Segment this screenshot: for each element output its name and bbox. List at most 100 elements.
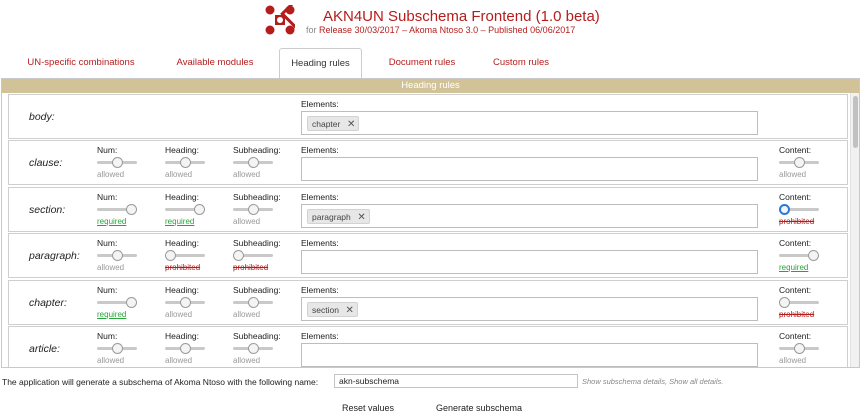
remove-element-icon[interactable]: ✕: [347, 117, 355, 132]
content-status[interactable]: required: [779, 263, 808, 272]
subschema-name-input[interactable]: akn-subschema: [334, 374, 578, 388]
content-slider[interactable]: [779, 204, 819, 215]
num-status[interactable]: required: [97, 217, 126, 226]
heading-label: Heading:: [165, 331, 200, 341]
heading-status[interactable]: required: [165, 217, 194, 226]
element-chip-label: chapter: [312, 119, 341, 129]
panel-scrollbar[interactable]: [850, 93, 859, 367]
remove-element-icon[interactable]: ✕: [357, 210, 365, 225]
rule-row: body: Elements: chapter ✕: [8, 94, 848, 139]
slider-knob[interactable]: [112, 343, 123, 354]
heading-status: allowed: [165, 356, 193, 365]
elements-field[interactable]: [301, 343, 758, 367]
subheading-status[interactable]: prohibited: [233, 263, 268, 272]
tab-available-modules[interactable]: Available modules: [160, 48, 270, 78]
content-status[interactable]: prohibited: [779, 310, 814, 319]
tab-document-rules[interactable]: Document rules: [376, 48, 468, 78]
element-chip: section ✕: [307, 302, 358, 317]
subheading-label: Subheading:: [233, 331, 281, 341]
subheading-slider[interactable]: [233, 157, 273, 168]
subheading-label: Subheading:: [233, 285, 281, 295]
remove-element-icon[interactable]: ✕: [346, 303, 354, 318]
num-slider[interactable]: [97, 157, 137, 168]
subheading-slider[interactable]: [233, 204, 273, 215]
show-details-links[interactable]: Show subschema details, Show all details…: [582, 377, 723, 386]
tab-heading-rules[interactable]: Heading rules: [279, 48, 362, 79]
heading-slider[interactable]: [165, 204, 205, 215]
release-info: Release 30/03/2017 – Akoma Ntoso 3.0 – P…: [319, 25, 576, 35]
num-slider[interactable]: [97, 343, 137, 354]
slider-knob[interactable]: [126, 297, 137, 308]
content-slider[interactable]: [779, 157, 819, 168]
content-label: Content:: [779, 192, 812, 202]
slider-knob[interactable]: [180, 343, 191, 354]
heading-label: Heading:: [165, 285, 200, 295]
slider-knob[interactable]: [794, 157, 805, 168]
app-subtitle: for Release 30/03/2017 – Akoma Ntoso 3.0…: [306, 25, 575, 35]
num-status: allowed: [97, 356, 125, 365]
slider-knob[interactable]: [126, 204, 137, 215]
scrollbar-thumb[interactable]: [853, 96, 858, 148]
num-label: Num:: [97, 192, 118, 202]
heading-slider[interactable]: [165, 157, 205, 168]
slider-knob[interactable]: [808, 250, 819, 261]
heading-slider[interactable]: [165, 343, 205, 354]
slider-knob[interactable]: [112, 157, 123, 168]
app-title: AKN4UN Subschema Frontend (1.0 beta): [323, 8, 600, 25]
num-status: allowed: [97, 263, 125, 272]
app-header: AKN4UN Subschema Frontend (1.0 beta) for…: [0, 0, 865, 44]
slider-knob[interactable]: [248, 343, 259, 354]
rule-name: article:: [29, 343, 60, 355]
slider-knob[interactable]: [248, 157, 259, 168]
num-slider[interactable]: [97, 250, 137, 261]
elements-field[interactable]: [301, 157, 758, 181]
rule-row: clause: Num: allowed Heading: allowed Subhead…: [8, 140, 848, 185]
subheading-slider[interactable]: [233, 343, 273, 354]
heading-label: Heading:: [165, 145, 200, 155]
subschema-name-label: The application will generate a subschem…: [2, 377, 319, 387]
num-status[interactable]: required: [97, 310, 126, 319]
slider-knob[interactable]: [194, 204, 205, 215]
elements-label: Elements:: [301, 192, 339, 202]
subheading-label: Subheading:: [233, 192, 281, 202]
heading-slider[interactable]: [165, 250, 205, 261]
rule-row: paragraph: Num: allowed Heading: prohibited S…: [8, 233, 848, 278]
element-chip: chapter ✕: [307, 116, 360, 132]
reset-values-button[interactable]: Reset values: [342, 403, 394, 413]
slider-knob[interactable]: [233, 250, 244, 261]
rule-name: paragraph:: [29, 250, 80, 262]
slider-knob[interactable]: [180, 297, 191, 308]
num-slider[interactable]: [97, 297, 137, 308]
subheading-slider[interactable]: [233, 250, 273, 261]
elements-field[interactable]: chapter ✕: [301, 111, 758, 135]
heading-status[interactable]: prohibited: [165, 263, 200, 272]
content-status[interactable]: prohibited: [779, 217, 814, 226]
subheading-status: allowed: [233, 170, 261, 179]
content-status: allowed: [779, 170, 807, 179]
content-slider[interactable]: [779, 343, 819, 354]
slider-knob[interactable]: [794, 343, 805, 354]
subheading-slider[interactable]: [233, 297, 273, 308]
slider-knob[interactable]: [180, 157, 191, 168]
heading-slider[interactable]: [165, 297, 205, 308]
elements-field[interactable]: section ✕: [301, 297, 758, 321]
elements-field[interactable]: paragraph ✕: [301, 204, 758, 228]
generate-subschema-button[interactable]: Generate subschema: [436, 403, 522, 413]
rule-name: body:: [29, 111, 55, 123]
content-slider[interactable]: [779, 297, 819, 308]
slider-knob[interactable]: [779, 204, 790, 215]
elements-label: Elements:: [301, 285, 339, 295]
slider-knob[interactable]: [112, 250, 123, 261]
num-slider[interactable]: [97, 204, 137, 215]
slider-knob[interactable]: [165, 250, 176, 261]
slider-knob[interactable]: [248, 204, 259, 215]
slider-knob[interactable]: [248, 297, 259, 308]
elements-field[interactable]: [301, 250, 758, 274]
heading-label: Heading:: [165, 238, 200, 248]
tab-un-specific-combinations[interactable]: UN-specific combinations: [14, 48, 148, 78]
slider-knob[interactable]: [779, 297, 790, 308]
heading-status: allowed: [165, 170, 193, 179]
content-slider[interactable]: [779, 250, 819, 261]
elements-label: Elements:: [301, 331, 339, 341]
tab-custom-rules[interactable]: Custom rules: [482, 48, 560, 78]
